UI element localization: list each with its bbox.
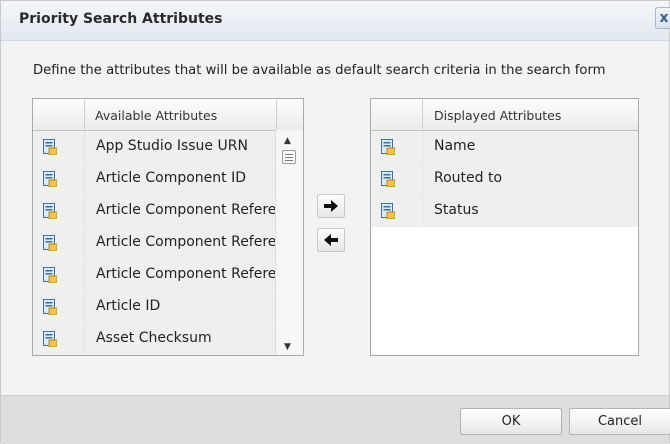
attribute-icon: [43, 203, 57, 219]
attribute-label: Article ID: [96, 298, 161, 314]
displayed-attributes-column-header[interactable]: Displayed Attributes: [423, 99, 638, 130]
remove-attribute-button[interactable]: [317, 228, 345, 252]
list-item[interactable]: Asset Checksum: [33, 323, 277, 355]
attribute-label: Routed to: [434, 170, 503, 186]
icon-cell: [33, 259, 85, 290]
icon-cell: [33, 195, 85, 226]
list-item[interactable]: Routed to: [371, 163, 638, 195]
attribute-icon: [43, 299, 57, 315]
list-item[interactable]: Article ID: [33, 291, 277, 323]
icon-cell: [33, 323, 85, 354]
icon-cell: [371, 131, 423, 162]
attribute-icon: [43, 331, 57, 347]
displayed-attributes-grid: Displayed Attributes Name Routed to Stat…: [370, 98, 639, 356]
icon-cell: [371, 163, 423, 194]
attribute-icon: [43, 235, 57, 251]
attribute-icon: [43, 171, 57, 187]
attribute-icon: [43, 267, 57, 283]
list-item[interactable]: Article Component ID: [33, 163, 277, 195]
attribute-label: Status: [434, 202, 479, 218]
displayed-grid-header: Displayed Attributes: [371, 99, 638, 131]
add-attribute-button[interactable]: [317, 194, 345, 218]
attribute-label: Asset Checksum: [96, 330, 212, 346]
attribute-label: Article Component Reference: [96, 266, 276, 282]
available-attributes-header-label: Available Attributes: [95, 108, 218, 123]
attribute-label: Article Component ID: [96, 170, 247, 186]
scroll-thumb[interactable]: [282, 150, 296, 164]
cancel-button[interactable]: Cancel: [569, 408, 670, 435]
attribute-icon: [381, 171, 395, 187]
displayed-attributes-header-label: Displayed Attributes: [434, 108, 562, 123]
attribute-label: App Studio Issue URN: [96, 138, 248, 154]
icon-column-header: [33, 99, 85, 130]
attribute-label: Article Component Reference: [96, 234, 276, 250]
attribute-icon: [381, 203, 395, 219]
list-item[interactable]: Article Component Reference: [33, 259, 277, 291]
dialog-description: Define the attributes that will be avail…: [33, 63, 606, 78]
close-icon[interactable]: x: [655, 7, 670, 29]
priority-search-attributes-dialog: Priority Search Attributes x Define the …: [0, 0, 670, 444]
icon-cell: [371, 195, 423, 226]
available-scrollbar[interactable]: ▲ ▼: [275, 130, 303, 355]
icon-column-header: [371, 99, 423, 130]
attribute-icon: [43, 139, 57, 155]
ok-button[interactable]: OK: [460, 408, 562, 435]
list-item[interactable]: Article Component Reference: [33, 227, 277, 259]
list-item[interactable]: App Studio Issue URN: [33, 131, 277, 163]
available-attributes-column-header[interactable]: Available Attributes: [85, 99, 277, 130]
scroll-up-icon[interactable]: ▲: [284, 136, 291, 146]
dialog-footer: OK Cancel: [1, 395, 670, 444]
attribute-label: Name: [434, 138, 476, 154]
arrow-left-icon: [324, 234, 338, 246]
list-item[interactable]: Name: [371, 131, 638, 163]
dialog-titlebar: Priority Search Attributes x: [1, 1, 670, 41]
available-grid-header: Available Attributes: [33, 99, 303, 131]
attribute-label: Article Component Reference: [96, 202, 276, 218]
list-item[interactable]: Status: [371, 195, 638, 227]
icon-cell: [33, 163, 85, 194]
list-item[interactable]: Article Component Reference: [33, 195, 277, 227]
icon-cell: [33, 291, 85, 322]
attribute-icon: [381, 139, 395, 155]
scroll-down-icon[interactable]: ▼: [284, 342, 291, 352]
icon-cell: [33, 227, 85, 258]
arrow-right-icon: [324, 200, 338, 212]
available-attributes-grid: Available Attributes App Studio Issue UR…: [32, 98, 304, 356]
icon-cell: [33, 131, 85, 162]
dialog-title: Priority Search Attributes: [19, 11, 223, 27]
